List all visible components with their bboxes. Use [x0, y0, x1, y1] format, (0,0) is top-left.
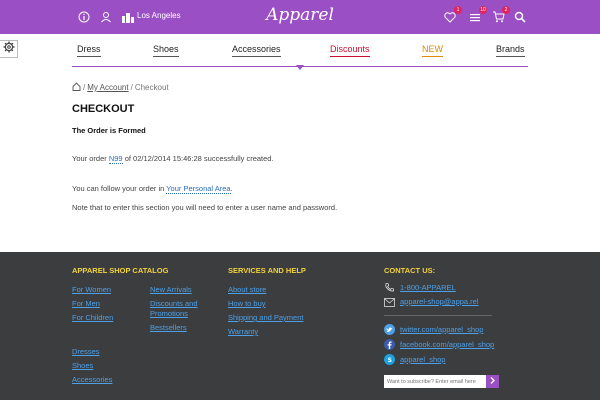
footer-link-how-to-buy[interactable]: How to buy — [228, 299, 266, 308]
contact-skype[interactable]: apparel_shop — [400, 355, 445, 364]
footer-link-for-children[interactable]: For Children — [72, 313, 113, 322]
contact-twitter[interactable]: twitter.com/apparel_shop — [400, 325, 483, 334]
nav-item-discounts[interactable]: Discounts — [330, 44, 370, 57]
top-bar: Los Angeles Apparel 1 10 2 — [0, 0, 600, 34]
email-icon — [384, 297, 395, 308]
footer-link-shoes[interactable]: Shoes — [72, 361, 93, 370]
footer-link-shipping[interactable]: Shipping and Payment — [228, 313, 303, 322]
breadcrumb-my-account[interactable]: My Account — [87, 83, 128, 92]
order-suffix: of 02/12/2014 15:46:28 successfully crea… — [122, 154, 274, 163]
search-icon[interactable] — [512, 9, 528, 25]
list-icon[interactable]: 10 — [467, 6, 487, 25]
nav-item-new[interactable]: NEW — [422, 44, 443, 57]
page-title: CHECKOUT — [72, 103, 135, 115]
footer-link-new-arrivals[interactable]: New Arrivals — [150, 285, 192, 294]
contact-email[interactable]: apparel-shop@appa.rel — [400, 297, 479, 306]
svg-text:S: S — [388, 357, 392, 363]
settings-button[interactable] — [0, 40, 18, 58]
contact-divider — [384, 315, 492, 316]
follow-prefix: You can follow your order in — [72, 184, 167, 193]
contact-phone[interactable]: 1-800-APPAREL — [400, 283, 456, 292]
home-icon[interactable] — [72, 82, 81, 93]
catalog-heading: APPAREL SHOP CATALOG — [72, 266, 169, 275]
follow-suffix: . — [230, 184, 233, 193]
compare-badge: 10 — [479, 6, 487, 14]
subscribe-button[interactable] — [486, 375, 499, 388]
footer-link-for-women[interactable]: For Women — [72, 285, 111, 294]
footer-link-promotions[interactable]: Promotions — [150, 309, 188, 318]
subscribe-email-input[interactable] — [384, 375, 486, 388]
breadcrumb-separator: / — [83, 83, 86, 92]
footer-link-discounts[interactable]: Discounts and — [150, 299, 198, 308]
footer-link-warranty[interactable]: Warranty — [228, 327, 258, 336]
heart-icon[interactable]: 1 — [442, 6, 462, 25]
main-nav: Dress Shoes Accessories Discounts NEW Br… — [72, 44, 528, 66]
skype-icon[interactable]: S — [384, 354, 395, 365]
footer-link-about-store[interactable]: About store — [228, 285, 266, 294]
footer-link-bestsellers[interactable]: Bestsellers — [150, 323, 187, 332]
order-prefix: Your order — [72, 154, 109, 163]
cart-icon[interactable]: 2 — [490, 6, 510, 25]
footer-link-dresses[interactable]: Dresses — [72, 347, 100, 356]
cart-badge: 2 — [502, 6, 510, 14]
breadcrumb-current: Checkout — [134, 83, 169, 92]
nav-item-brands[interactable]: Brands — [496, 44, 525, 57]
order-created-text: Your order N99 of 02/12/2014 15:46:28 su… — [72, 154, 274, 164]
contact-facebook[interactable]: facebook.com/apparel_shop — [400, 340, 494, 349]
breadcrumb: / My Account / Checkout — [72, 82, 169, 93]
phone-icon — [384, 282, 395, 293]
footer-link-for-men[interactable]: For Men — [72, 299, 100, 308]
nav-item-dress[interactable]: Dress — [77, 44, 101, 57]
follow-order-text: You can follow your order in Your Person… — [72, 184, 233, 194]
breadcrumb-separator: / — [130, 83, 133, 92]
favorites-badge: 1 — [454, 6, 462, 14]
services-heading: SERVICES AND HELP — [228, 266, 306, 275]
page-subtitle: The Order is Formed — [72, 126, 146, 135]
chevron-right-icon — [490, 377, 495, 386]
nav-active-indicator — [296, 65, 304, 70]
personal-area-link[interactable]: Your Personal Area — [166, 184, 231, 194]
logo[interactable]: Apparel — [0, 5, 600, 25]
twitter-icon[interactable] — [384, 324, 395, 335]
login-note: Note that to enter this section you will… — [72, 203, 338, 212]
facebook-icon[interactable] — [384, 339, 395, 350]
contact-heading: CONTACT US: — [384, 266, 436, 275]
nav-item-shoes[interactable]: Shoes — [153, 44, 179, 57]
order-number-link[interactable]: N99 — [108, 154, 123, 164]
footer-link-accessories[interactable]: Accessories — [72, 375, 112, 384]
gear-icon — [3, 40, 15, 58]
nav-item-accessories[interactable]: Accessories — [232, 44, 281, 57]
